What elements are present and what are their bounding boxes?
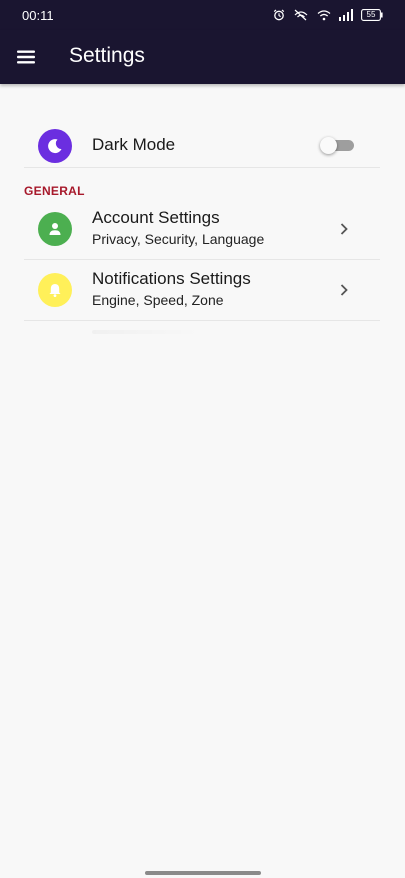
notifications-settings-subtitle: Engine, Speed, Zone bbox=[92, 292, 224, 308]
notifications-settings-row[interactable]: Notifications Settings Engine, Speed, Zo… bbox=[24, 260, 380, 321]
page-title: Settings bbox=[69, 44, 145, 67]
status-time: 00:11 bbox=[22, 8, 54, 23]
account-settings-title: Account Settings bbox=[92, 208, 220, 227]
battery-level: 55 bbox=[366, 10, 376, 19]
cell-signal-icon bbox=[339, 9, 353, 21]
alarm-icon bbox=[273, 9, 285, 21]
dark-mode-row: Dark Mode bbox=[24, 120, 380, 168]
wifi-icon bbox=[317, 9, 331, 21]
account-settings-row[interactable]: Account Settings Privacy, Security, Lang… bbox=[24, 199, 380, 260]
account-settings-subtitle: Privacy, Security, Language bbox=[92, 231, 265, 247]
moon-icon bbox=[38, 129, 72, 163]
chevron-right-icon bbox=[338, 222, 350, 236]
signal-slash-icon bbox=[293, 9, 309, 21]
settings-list: Dark Mode GENERAL Account Settings Priva… bbox=[24, 120, 380, 341]
hamburger-menu-icon[interactable] bbox=[12, 43, 40, 71]
battery-icon: 55 bbox=[361, 9, 383, 21]
app-bar: Settings bbox=[0, 30, 405, 84]
dark-mode-toggle[interactable] bbox=[320, 137, 355, 154]
status-bar: 00:11 55 bbox=[0, 0, 405, 30]
home-indicator[interactable] bbox=[145, 871, 261, 875]
section-header-general: GENERAL bbox=[24, 184, 85, 198]
status-icons: 55 bbox=[273, 8, 383, 22]
faded-line bbox=[92, 330, 202, 334]
notifications-settings-title: Notifications Settings bbox=[92, 269, 251, 288]
person-icon bbox=[38, 212, 72, 246]
bell-icon bbox=[38, 273, 72, 307]
dark-mode-label: Dark Mode bbox=[92, 135, 176, 154]
chevron-right-icon bbox=[338, 283, 350, 297]
toggle-thumb bbox=[320, 137, 337, 154]
faded-list-placeholder bbox=[24, 321, 380, 341]
